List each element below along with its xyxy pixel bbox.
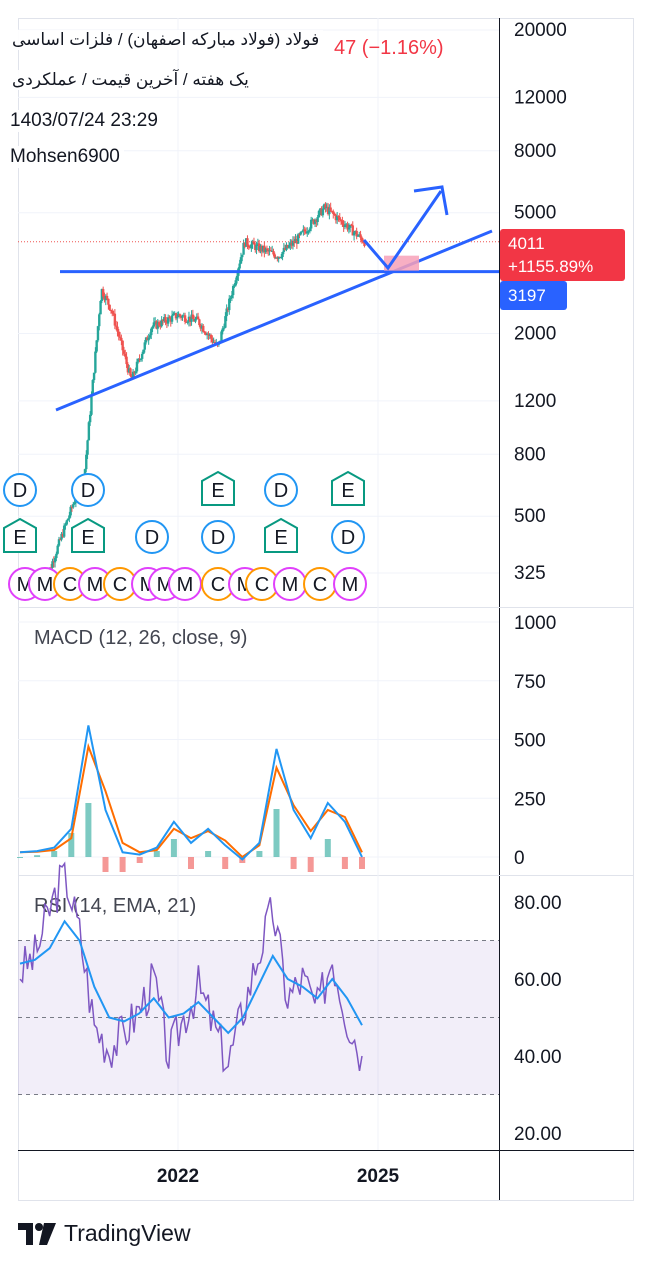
macd-histogram-bar	[51, 851, 58, 857]
chart-canvas[interactable]: D D E D EE E D D E DM M C M C M M M C M C M C M 10007505002500…	[0, 0, 653, 1268]
marker-label: E	[81, 527, 94, 549]
marker-label: D	[13, 480, 27, 502]
macd-axis-tick: 500	[514, 731, 546, 752]
price-axis-tick: 800	[514, 444, 546, 465]
marker-label: D	[81, 480, 95, 502]
candle-body	[65, 520, 68, 525]
tradingview-logo[interactable]: TradingView	[18, 1220, 191, 1247]
candle-body	[120, 337, 123, 341]
macd-histogram-bar	[290, 857, 297, 869]
candle-body	[329, 207, 332, 211]
marker-label: E	[274, 527, 287, 549]
price-axis-tick: 325	[514, 563, 546, 584]
price-axis-tick: 1200	[514, 391, 556, 412]
author-name: Mohsen6900	[6, 146, 124, 168]
rsi-axis-tick: 40.00	[514, 1047, 562, 1068]
macd-histogram-bar	[119, 857, 126, 872]
marker-label: D	[274, 480, 288, 502]
price-change: 47 (−1.16%)	[334, 37, 444, 59]
candle-body	[86, 440, 89, 455]
marker-label: M	[282, 574, 299, 596]
macd-histogram-bar	[256, 851, 263, 857]
macd-axis-tick: 1000	[514, 613, 556, 634]
level-price-value: 3197	[508, 286, 546, 305]
macd-histogram-bar	[222, 857, 229, 869]
macd-axis-tick: 0	[514, 848, 525, 869]
last-price-change: +1155.89%	[508, 257, 594, 276]
candle-body	[140, 353, 144, 359]
tradingview-logo-icon	[18, 1222, 56, 1245]
marker-label: C	[211, 574, 225, 596]
candle-body	[107, 298, 110, 305]
candle-body	[170, 315, 174, 322]
marker-label: C	[255, 574, 269, 596]
marker-label: M	[177, 574, 194, 596]
macd-pane[interactable]: 1000 750 500 250 0 MACD (12, 26, close, 9)	[17, 613, 556, 872]
marker-label: C	[113, 574, 127, 596]
macd-histogram-bar	[307, 857, 314, 872]
candle-body	[108, 304, 111, 310]
marker-label: C	[63, 574, 77, 596]
tradingview-logo-text: TradingView	[64, 1220, 191, 1246]
macd-axis-tick: 250	[514, 789, 546, 810]
macd-histogram-bar	[273, 809, 280, 857]
candle-body	[94, 351, 97, 373]
candle-body	[90, 395, 93, 415]
marker-label: E	[341, 480, 354, 502]
macd-histogram-bar	[188, 857, 194, 869]
rsi-axis-tick: 80.00	[514, 893, 562, 914]
marker-label: D	[211, 527, 225, 549]
rsi-axis-tick: 20.00	[514, 1124, 562, 1145]
macd-histogram-bar	[170, 839, 177, 857]
drawings[interactable]	[55, 185, 499, 412]
projection-arrow-head	[413, 185, 449, 216]
macd-title: MACD (12, 26, close, 9)	[34, 627, 247, 649]
candle-body	[92, 372, 96, 381]
candle-body	[241, 254, 244, 258]
macd-histogram-bar	[102, 857, 109, 872]
macd-histogram-bar	[85, 803, 92, 857]
marker-label: M	[342, 574, 359, 596]
marker-label: C	[313, 574, 327, 596]
marker-label: D	[145, 527, 159, 549]
price-axis-tick: 20000	[514, 20, 567, 41]
timestamp: 1403/07/24 23:29	[6, 110, 162, 132]
marker-label: M	[37, 574, 54, 596]
time-axis-tick: 2022	[157, 1166, 199, 1187]
candle-body	[238, 263, 241, 269]
marker-label: D	[341, 527, 355, 549]
symbol-subtitle: یک هفته / آخرین قیمت / عملکردی	[8, 70, 253, 90]
price-axis-tick: 5000	[514, 203, 556, 224]
candle-body	[98, 314, 101, 327]
candle-body	[105, 295, 109, 299]
event-markers[interactable]: D D E D EE E D D E DM M C M C M M M C M C M C M	[3, 470, 367, 601]
marker-label: M	[87, 574, 104, 596]
macd-histogram-bar	[136, 857, 143, 863]
macd-histogram-bar	[153, 851, 160, 857]
price-axis-tick: 8000	[514, 141, 556, 162]
macd-histogram-bar	[324, 839, 331, 857]
marker-label: E	[211, 480, 224, 502]
rsi-axis-tick: 60.00	[514, 970, 562, 991]
macd-axis-tick: 750	[514, 672, 546, 693]
price-axis-tick: 12000	[514, 87, 567, 108]
marker-label: E	[13, 527, 26, 549]
symbol-title: فولاد (فولاد مبارکه اصفهان) / فلزات اساس…	[8, 30, 324, 50]
rsi-pane[interactable]: 80.0060.0040.0020.00RSI (14, EMA, 21)	[18, 861, 562, 1146]
macd-histogram-bar	[359, 857, 365, 869]
time-axis-tick: 2025	[357, 1166, 400, 1187]
level-price-tag: 3197	[500, 281, 567, 310]
macd-histogram-bar	[34, 855, 41, 857]
last-price-value: 4011	[508, 234, 545, 253]
price-axis-tick: 500	[514, 506, 546, 527]
macd-histogram-bar	[341, 857, 348, 869]
last-price-tag: 4011 +1155.89%	[500, 229, 625, 281]
price-axis-tick: 2000	[514, 323, 556, 344]
candle-body	[202, 325, 205, 332]
macd-histogram-bar	[17, 857, 23, 858]
macd-histogram-bar	[205, 851, 212, 857]
